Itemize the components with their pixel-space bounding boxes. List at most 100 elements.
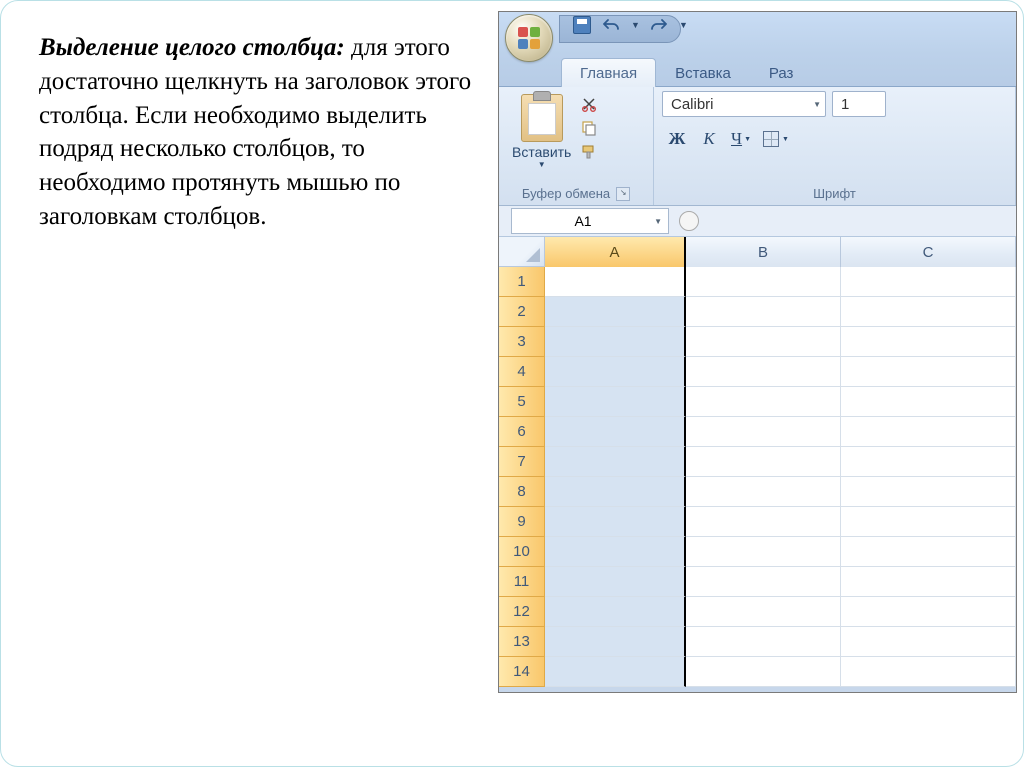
cell[interactable] bbox=[841, 507, 1016, 537]
row-header[interactable]: 7 bbox=[499, 447, 545, 477]
cell[interactable] bbox=[686, 537, 841, 567]
cell[interactable] bbox=[686, 477, 841, 507]
tab-layout[interactable]: Раз bbox=[750, 58, 813, 87]
cell[interactable] bbox=[545, 507, 686, 537]
bold-button[interactable]: Ж bbox=[662, 125, 692, 153]
row-header[interactable]: 11 bbox=[499, 567, 545, 597]
font-group: Calibri ▼ 1 Ж К Ч▼ ▼ bbox=[654, 87, 1016, 205]
row-header[interactable]: 13 bbox=[499, 627, 545, 657]
description-text: Выделение целого столбца: для этого дост… bbox=[39, 31, 479, 234]
paste-label: Вставить bbox=[512, 144, 571, 160]
underline-button[interactable]: Ч▼ bbox=[726, 125, 756, 153]
description-title: Выделение целого столбца: bbox=[39, 34, 345, 61]
cell[interactable] bbox=[841, 657, 1016, 687]
font-size-value: 1 bbox=[841, 96, 849, 113]
row-header[interactable]: 6 bbox=[499, 417, 545, 447]
office-button[interactable] bbox=[499, 12, 559, 54]
cell[interactable] bbox=[686, 627, 841, 657]
cell[interactable] bbox=[841, 567, 1016, 597]
cell[interactable] bbox=[841, 297, 1016, 327]
cell[interactable] bbox=[545, 357, 686, 387]
cell[interactable] bbox=[686, 327, 841, 357]
italic-button[interactable]: К bbox=[694, 125, 724, 153]
cell[interactable] bbox=[545, 477, 686, 507]
paste-button[interactable]: Вставить ▼ bbox=[507, 91, 576, 172]
ribbon-body: Вставить ▼ bbox=[499, 87, 1016, 206]
font-name-combo[interactable]: Calibri ▼ bbox=[662, 91, 826, 117]
tab-home[interactable]: Главная bbox=[561, 58, 656, 87]
row-header[interactable]: 1 bbox=[499, 267, 545, 297]
font-size-combo[interactable]: 1 bbox=[832, 91, 886, 117]
cell[interactable] bbox=[545, 387, 686, 417]
qat-customize-icon[interactable]: ▼ bbox=[679, 20, 687, 30]
tab-insert[interactable]: Вставка bbox=[656, 58, 750, 87]
format-painter-icon[interactable] bbox=[580, 143, 598, 161]
cell[interactable] bbox=[841, 447, 1016, 477]
cell[interactable] bbox=[686, 267, 841, 297]
row-header[interactable]: 2 bbox=[499, 297, 545, 327]
clipboard-group: Вставить ▼ bbox=[499, 87, 654, 205]
name-box[interactable]: A1 ▼ bbox=[511, 208, 669, 234]
row-header[interactable]: 14 bbox=[499, 657, 545, 687]
save-icon[interactable] bbox=[573, 16, 591, 34]
cell[interactable] bbox=[841, 327, 1016, 357]
cell[interactable] bbox=[686, 567, 841, 597]
redo-icon[interactable] bbox=[651, 17, 667, 33]
cell[interactable] bbox=[841, 267, 1016, 297]
border-button[interactable]: ▼ bbox=[758, 125, 794, 153]
cell[interactable] bbox=[545, 657, 686, 687]
row-header[interactable]: 3 bbox=[499, 327, 545, 357]
chevron-down-icon: ▼ bbox=[654, 217, 662, 226]
cell[interactable] bbox=[545, 327, 686, 357]
row-header[interactable]: 8 bbox=[499, 477, 545, 507]
cut-icon[interactable] bbox=[580, 95, 598, 113]
excel-screenshot: ▼ ▼ Главная Вставка Раз Вставить ▼ bbox=[498, 11, 1017, 693]
description-body: для этого достаточно щелкнуть на заголов… bbox=[39, 34, 471, 230]
column-header-c[interactable]: C bbox=[841, 237, 1016, 268]
chevron-down-icon: ▼ bbox=[813, 100, 821, 109]
row-header[interactable]: 4 bbox=[499, 357, 545, 387]
cell[interactable] bbox=[841, 357, 1016, 387]
cell[interactable] bbox=[545, 267, 686, 297]
cell[interactable] bbox=[545, 537, 686, 567]
row-header[interactable]: 9 bbox=[499, 507, 545, 537]
column-header-b[interactable]: B bbox=[686, 237, 841, 268]
cell[interactable] bbox=[841, 477, 1016, 507]
formula-input-area[interactable] bbox=[673, 211, 1016, 231]
select-all-corner[interactable] bbox=[499, 237, 545, 267]
cell[interactable] bbox=[686, 657, 841, 687]
undo-icon[interactable] bbox=[603, 17, 619, 33]
cell[interactable] bbox=[686, 507, 841, 537]
row-header[interactable]: 10 bbox=[499, 537, 545, 567]
cell[interactable] bbox=[841, 597, 1016, 627]
title-bar: ▼ ▼ bbox=[499, 12, 1016, 54]
cell[interactable] bbox=[545, 447, 686, 477]
cell[interactable] bbox=[686, 597, 841, 627]
cell[interactable] bbox=[686, 357, 841, 387]
fx-icon bbox=[679, 211, 699, 231]
cell[interactable] bbox=[686, 447, 841, 477]
paste-icon bbox=[521, 94, 563, 142]
row-header[interactable]: 5 bbox=[499, 387, 545, 417]
cell[interactable] bbox=[686, 417, 841, 447]
cell[interactable] bbox=[545, 627, 686, 657]
slide-frame: Выделение целого столбца: для этого дост… bbox=[0, 0, 1024, 767]
cell[interactable] bbox=[841, 627, 1016, 657]
cell[interactable] bbox=[841, 537, 1016, 567]
undo-dropdown-icon[interactable]: ▼ bbox=[631, 20, 639, 30]
cell[interactable] bbox=[686, 387, 841, 417]
cell[interactable] bbox=[841, 387, 1016, 417]
cell[interactable] bbox=[841, 417, 1016, 447]
font-name-value: Calibri bbox=[671, 96, 714, 113]
cell[interactable] bbox=[545, 417, 686, 447]
cell[interactable] bbox=[545, 597, 686, 627]
column-header-a[interactable]: A bbox=[545, 237, 686, 269]
clipboard-dialog-launcher[interactable]: ↘ bbox=[616, 187, 630, 201]
cell[interactable] bbox=[545, 297, 686, 327]
name-box-value: A1 bbox=[512, 213, 654, 229]
copy-icon[interactable] bbox=[580, 119, 598, 137]
cell[interactable] bbox=[686, 297, 841, 327]
cell[interactable] bbox=[545, 567, 686, 597]
paste-dropdown-icon: ▼ bbox=[538, 160, 546, 169]
row-header[interactable]: 12 bbox=[499, 597, 545, 627]
